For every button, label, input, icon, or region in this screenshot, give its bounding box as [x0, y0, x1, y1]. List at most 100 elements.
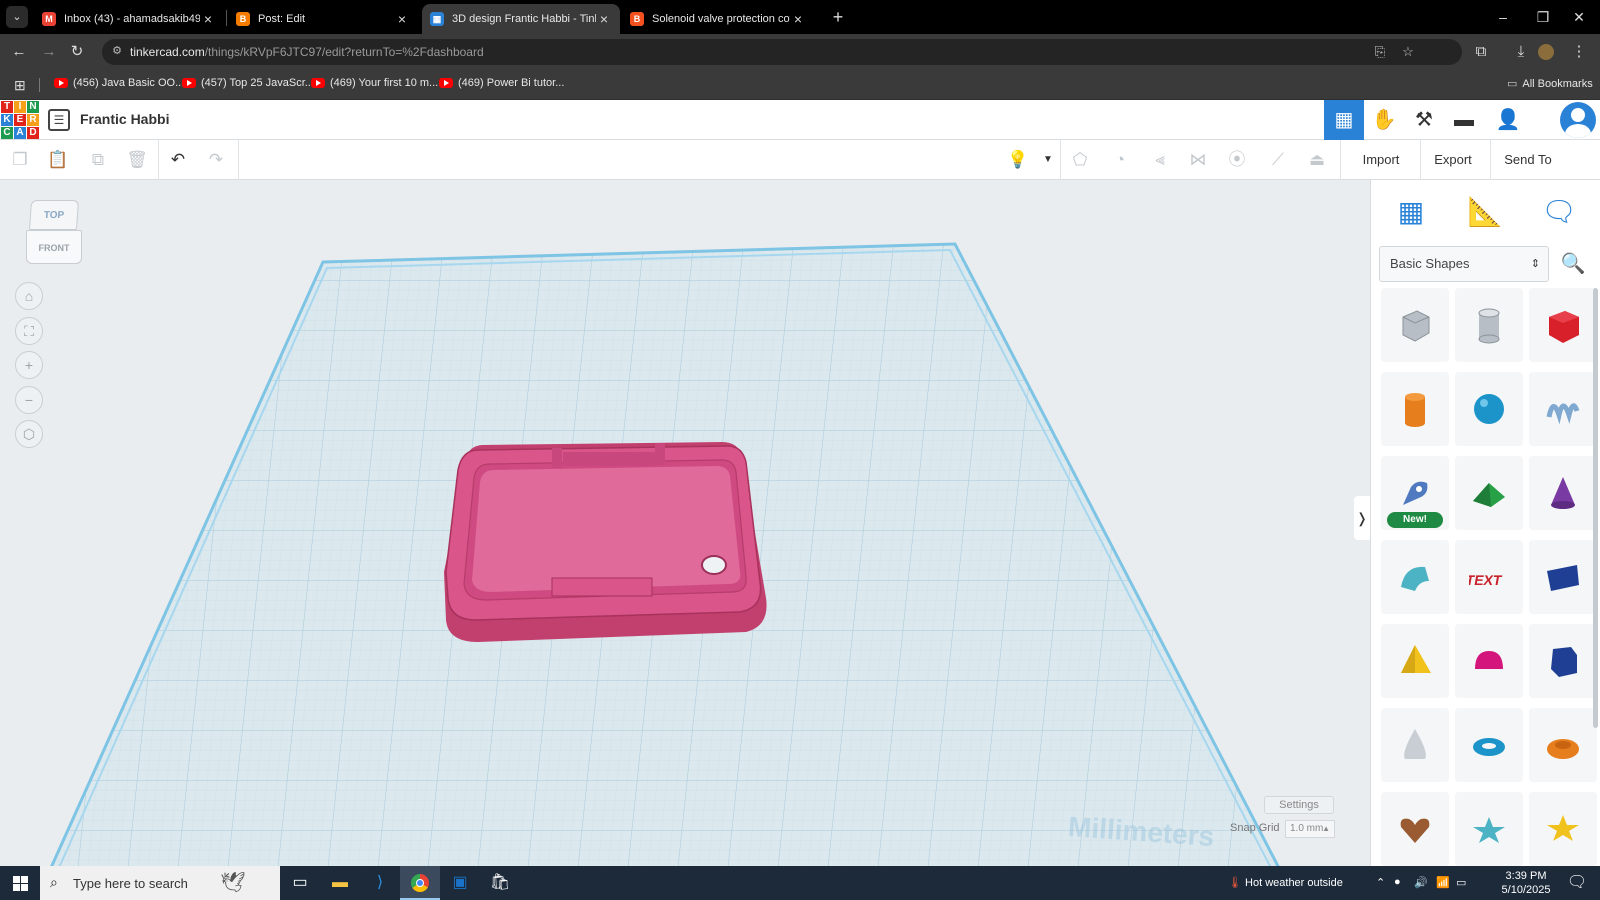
enclosure-box[interactable]	[444, 442, 767, 642]
paste-icon[interactable]: 📋	[46, 148, 70, 172]
cruise-icon[interactable]: ⦿	[1225, 148, 1249, 172]
browser-tab-tinkercad[interactable]: ▦ 3D design Frantic Habbi - Tinke ×	[422, 4, 620, 34]
bookmark-java[interactable]: (456) Java Basic OO...	[54, 77, 184, 89]
export-button[interactable]: Export	[1422, 148, 1484, 172]
shape-half-sphere[interactable]	[1455, 624, 1523, 698]
view-cube-front[interactable]: FRONT	[26, 230, 82, 264]
perspective-icon[interactable]: ⬡	[15, 420, 43, 448]
browser-tab-blogger-post[interactable]: B Post: Edit ×	[228, 4, 418, 34]
shape-box-hole[interactable]	[1381, 288, 1449, 362]
vscode-icon[interactable]: ⟩	[360, 866, 400, 900]
notes-tool-icon[interactable]: 🗨	[1537, 190, 1581, 234]
shape-library-select[interactable]: Basic Shapes ⇕	[1379, 246, 1549, 282]
close-tab-icon[interactable]: ×	[596, 11, 612, 27]
forward-icon[interactable]: →	[38, 41, 60, 63]
invite-people-icon[interactable]: 👤	[1488, 100, 1528, 140]
shape-cylinder-hole[interactable]	[1455, 288, 1523, 362]
battery-icon[interactable]: ▭	[1456, 876, 1466, 889]
view-cube[interactable]: TOP FRONT	[26, 200, 82, 266]
shape-wedge[interactable]	[1529, 540, 1597, 614]
panel-scrollbar[interactable]	[1593, 288, 1598, 728]
close-tab-icon[interactable]: ×	[790, 11, 806, 27]
send-to-button[interactable]: Send To	[1494, 148, 1562, 172]
fit-view-icon[interactable]: ⛶	[15, 317, 43, 345]
chevron-down-icon[interactable]: ▼	[1036, 148, 1060, 172]
extensions-icon[interactable]: ⧉	[1470, 41, 1492, 63]
shape-box[interactable]	[1529, 288, 1597, 362]
design-title[interactable]: Frantic Habbi	[80, 111, 169, 127]
taskbar-search[interactable]: ⌕ Type here to search 🕊	[40, 866, 280, 900]
shape-star-yellow[interactable]	[1529, 792, 1597, 866]
shape-sphere[interactable]	[1455, 372, 1523, 446]
shape-pyramid[interactable]	[1381, 624, 1449, 698]
app-tray-icon[interactable]: ●	[1394, 876, 1401, 888]
workplane-canvas[interactable]: TOP FRONT ⌂ ⛶ + − ⬡ Millimeters Settings…	[0, 180, 1370, 866]
shape-paraboloid[interactable]	[1381, 708, 1449, 782]
snap-grid-select[interactable]: 1.0 mm ▲	[1285, 820, 1335, 838]
store-icon[interactable]: 🛍	[480, 866, 520, 900]
zoom-in-icon[interactable]: +	[15, 351, 43, 379]
site-info-icon[interactable]: ⚙	[110, 44, 124, 58]
chrome-icon[interactable]	[400, 866, 440, 900]
ungroup-icon[interactable]: ◔	[1108, 148, 1132, 172]
window-close-icon[interactable]: ✕	[1556, 0, 1600, 34]
view-cube-top[interactable]: TOP	[28, 200, 80, 230]
bookmark-javascript[interactable]: (457) Top 25 JavaScr...	[182, 77, 314, 89]
install-app-icon[interactable]: ⎘	[1372, 44, 1388, 60]
3d-design-view-icon[interactable]: ▦	[1324, 100, 1364, 140]
align-icon[interactable]: ⫷	[1148, 148, 1172, 172]
ruler-icon[interactable]: ⏏	[1305, 148, 1329, 172]
light-bulb-icon[interactable]: 💡	[1006, 148, 1030, 172]
design-list-icon[interactable]: ☰	[48, 109, 70, 131]
shape-text[interactable]: TEXT	[1455, 540, 1523, 614]
mirror-icon[interactable]: ⋈	[1186, 148, 1210, 172]
all-bookmarks[interactable]: ▭ All Bookmarks	[1507, 77, 1593, 91]
shape-shape-generator[interactable]: New!	[1381, 456, 1449, 530]
shape-polygon[interactable]	[1529, 624, 1597, 698]
blocks-icon[interactable]: ✋	[1364, 100, 1404, 140]
workplane-icon[interactable]: ⟋	[1266, 148, 1290, 172]
tab-search-button[interactable]: ⌄	[6, 6, 28, 28]
shape-scribble[interactable]	[1529, 372, 1597, 446]
close-tab-icon[interactable]: ×	[200, 11, 216, 27]
shape-heart[interactable]	[1381, 792, 1449, 866]
browser-tab-blogger-solenoid[interactable]: B Solenoid valve protection cove ×	[622, 4, 814, 34]
close-tab-icon[interactable]: ×	[394, 11, 410, 27]
show-hidden-icons-icon[interactable]: ⌃	[1376, 876, 1385, 889]
file-explorer-icon[interactable]: ▬	[320, 866, 360, 900]
url-field[interactable]: ⚙ tinkercad.com/things/kRVpF6JTC97/edit?…	[102, 39, 1462, 65]
download-icon[interactable]: ⤓	[1510, 41, 1532, 63]
task-view-icon[interactable]: ▭	[280, 866, 320, 900]
network-icon[interactable]: 📶	[1436, 876, 1450, 889]
clock[interactable]: 3:39 PM 5/10/2025	[1496, 869, 1556, 897]
redo-icon[interactable]: ↷	[204, 148, 228, 172]
zoom-out-icon[interactable]: −	[15, 386, 43, 414]
ruler-tool-icon[interactable]: 📐	[1463, 190, 1507, 234]
bricks-icon[interactable]: ⚒	[1404, 100, 1444, 140]
apps-grid-icon[interactable]: ⊞	[14, 77, 30, 93]
home-view-icon[interactable]: ⌂	[15, 282, 43, 310]
shape-roof[interactable]	[1455, 456, 1523, 530]
back-icon[interactable]: ←	[8, 41, 30, 63]
new-tab-button[interactable]: +	[827, 6, 849, 28]
shape-torus[interactable]	[1455, 708, 1523, 782]
bookmark-first-10[interactable]: (469) Your first 10 m...	[311, 77, 438, 89]
shape-cone[interactable]	[1529, 456, 1597, 530]
weather-widget[interactable]: 🌡 Hot weather outside	[1228, 876, 1343, 889]
browser-tab-gmail[interactable]: M Inbox (43) - ahamadsakib491@ ×	[34, 4, 224, 34]
duplicate-icon[interactable]: ⧉	[86, 148, 110, 172]
outlook-icon[interactable]: ▣	[440, 866, 480, 900]
windows-start-icon[interactable]	[0, 866, 40, 900]
shape-cylinder[interactable]	[1381, 372, 1449, 446]
workplane-tool-icon[interactable]: ▦	[1389, 190, 1433, 234]
reload-icon[interactable]: ↻	[66, 41, 88, 63]
undo-icon[interactable]: ↶	[166, 148, 190, 172]
import-button[interactable]: Import	[1350, 148, 1412, 172]
collapse-panel-button[interactable]: ❭	[1354, 496, 1370, 540]
tinkercad-logo[interactable]: TIN KER CAD	[1, 101, 39, 139]
delete-icon[interactable]: 🗑	[125, 148, 149, 172]
shape-star[interactable]	[1455, 792, 1523, 866]
search-icon[interactable]: 🔍	[1553, 246, 1593, 282]
group-icon[interactable]: ⬠	[1068, 148, 1092, 172]
shape-round-roof[interactable]	[1381, 540, 1449, 614]
